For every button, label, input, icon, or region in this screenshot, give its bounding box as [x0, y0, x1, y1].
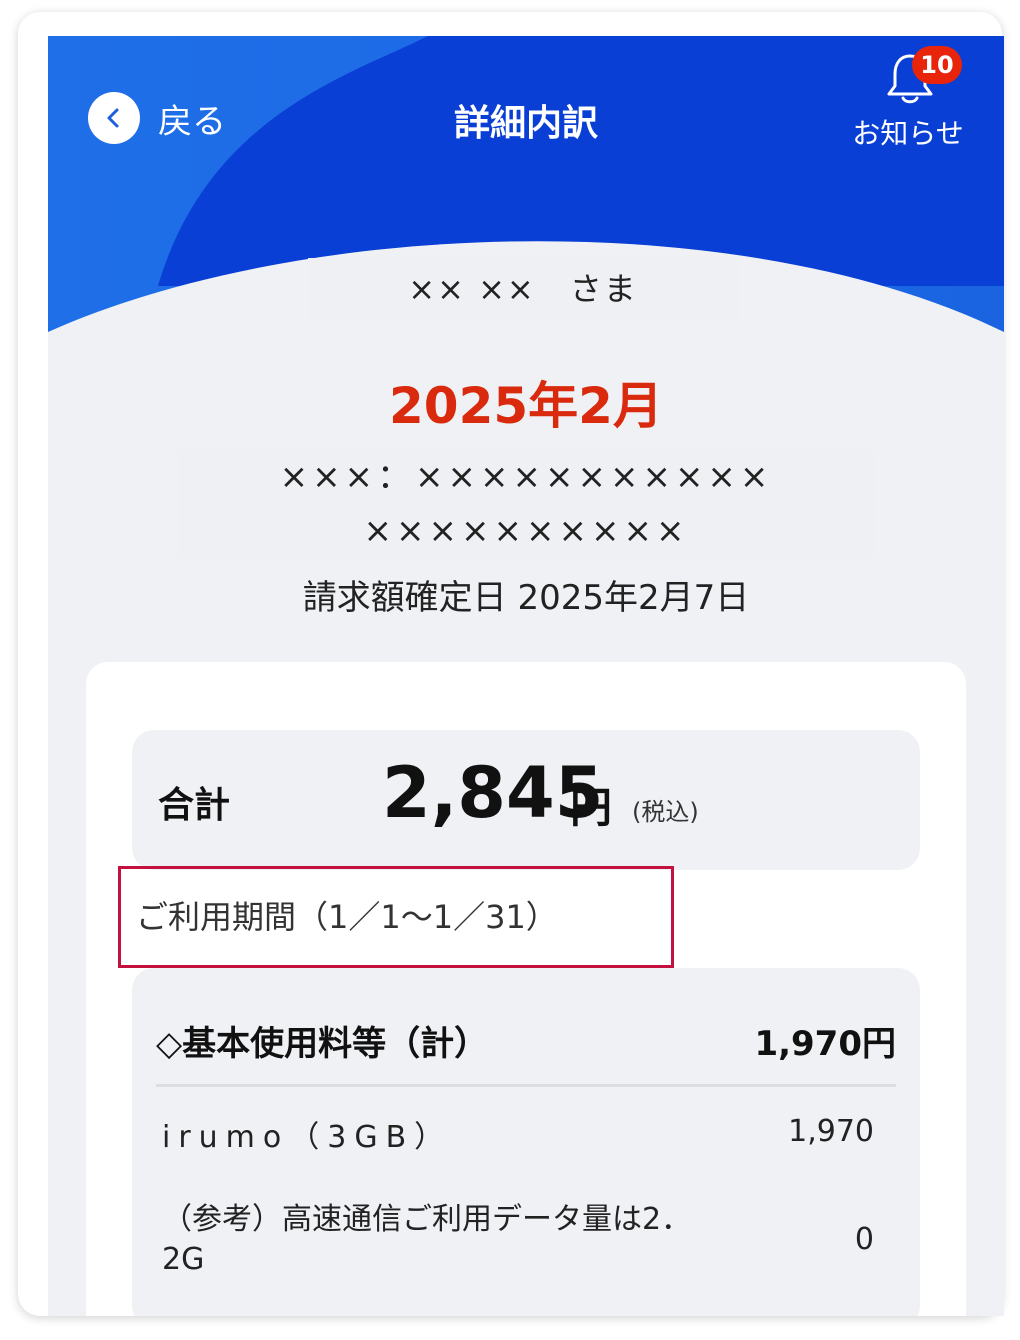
notice-label: お知らせ [852, 117, 964, 150]
contract-line-2: ×××××××××× [363, 511, 689, 551]
contract-line-1: ×××：××××××××××× [279, 457, 773, 497]
total-tax-note: (税込) [632, 798, 699, 826]
contract-info: ×××：××××××××××× ×××××××××× [178, 450, 874, 558]
detail-row-label: （参考）高速通信ご利用データ量は2．2G [162, 1202, 692, 1277]
detail-row-value: 0 [854, 1222, 874, 1257]
total-box: 合計 2,845 円 (税込) [132, 730, 920, 870]
divider [156, 1084, 896, 1087]
detail-heading-total: 1,970円 [754, 1024, 896, 1064]
detail-heading: ◇基本使用料等（計） [156, 1024, 489, 1064]
detail-row-label: irumo（3GB） [162, 1120, 453, 1155]
phone-frame: 戻る 詳細内訳 10 お知らせ ×× ×× さま 2025年2月 ×××：×××… [18, 12, 1004, 1316]
billing-card: 合計 2,845 円 (税込) ご利用期間（1／1〜1／31） ◇基本使用料等（… [86, 662, 966, 1316]
period-highlight-box [118, 866, 674, 968]
total-currency: 円 [570, 783, 613, 832]
app-screen: 戻る 詳細内訳 10 お知らせ ×× ×× さま 2025年2月 ×××：×××… [48, 36, 1004, 1316]
notice-button[interactable]: 10 お知らせ [848, 46, 978, 150]
billing-month: 2025年2月 [389, 377, 663, 435]
confirm-date: 請求額確定日 2025年2月7日 [302, 578, 750, 618]
notice-count-badge: 10 [912, 46, 962, 84]
customer-name: ×× ×× さま [308, 258, 738, 320]
detail-box: ◇基本使用料等（計） 1,970円 irumo（3GB） 1,970 （参考）高… [132, 968, 920, 1316]
detail-row-value: 1,970 [788, 1114, 874, 1149]
total-label: 合計 [158, 785, 231, 826]
